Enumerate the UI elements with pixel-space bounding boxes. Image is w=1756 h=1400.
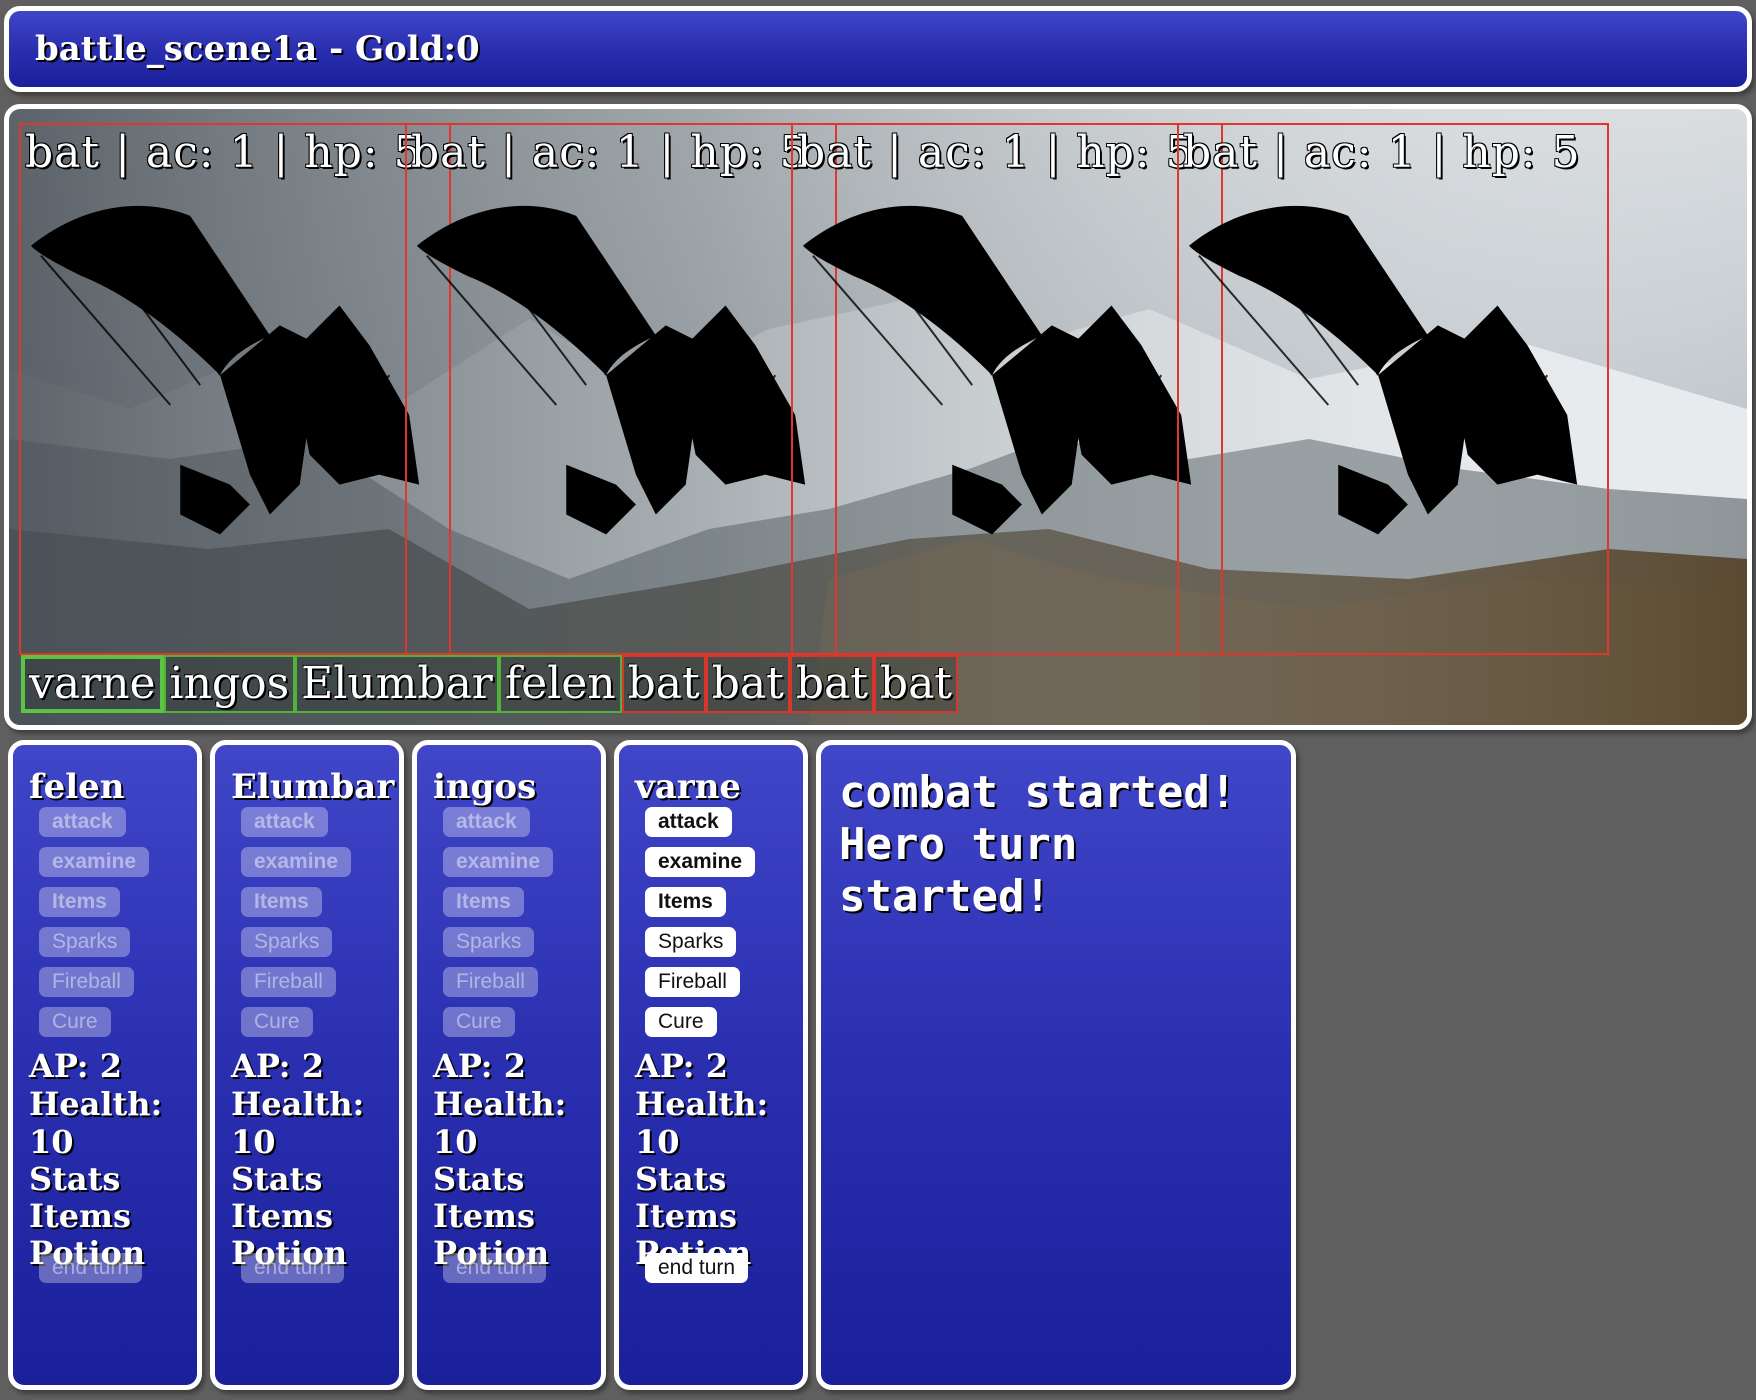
items-heading: Items	[635, 1197, 737, 1235]
sparks-button[interactable]: Sparks	[443, 927, 535, 957]
bat-icon	[802, 205, 1192, 535]
health-value: Health: 10	[29, 1085, 163, 1161]
stats-link[interactable]: Stats	[231, 1161, 399, 1198]
hero-name: Elumbar	[231, 767, 395, 807]
enemy-card-bat[interactable]: bat | ac: 1 | hp: 5	[1177, 123, 1609, 655]
ap-value: AP: 2	[29, 1047, 122, 1085]
cure-button[interactable]: Cure	[39, 1007, 111, 1037]
items-heading: Items	[433, 1197, 535, 1235]
bat-icon	[1188, 205, 1578, 535]
attack-button[interactable]: attack	[645, 807, 732, 837]
turn-order-bar: varne ingos Elumbar felen bat bat bat ba…	[21, 655, 958, 713]
attack-button[interactable]: attack	[443, 807, 530, 837]
enemy-card-bat[interactable]: bat | ac: 1 | hp: 5	[791, 123, 1223, 655]
sparks-button[interactable]: Sparks	[39, 927, 131, 957]
log-line: Hero turn started!	[839, 819, 1078, 922]
enemy-stats-label: bat | ac: 1 | hp: 5	[797, 127, 1195, 178]
examine-button[interactable]: examine	[443, 847, 554, 877]
combat-log-panel: combat started! Hero turn started!	[816, 740, 1296, 1390]
ap-value: AP: 2	[433, 1047, 526, 1085]
battle-scene: bat | ac: 1 | hp: 5 bat | ac: 1 | hp: 5	[4, 104, 1752, 730]
hero-panel-ingos: ingos attack examine Items Sparks Fireba…	[412, 740, 606, 1390]
health-value: Health: 10	[433, 1085, 567, 1161]
hero-stats: AP: 2 Health: 10 Stats Items Potion	[433, 1047, 601, 1272]
examine-button[interactable]: examine	[39, 847, 150, 877]
cure-button[interactable]: Cure	[241, 1007, 313, 1037]
cure-button[interactable]: Cure	[443, 1007, 515, 1037]
turn-chip-elumbar: Elumbar	[295, 655, 499, 713]
hero-stats: AP: 2 Health: 10 Stats Items Potion	[29, 1047, 197, 1272]
scene-title: battle_scene1a - Gold:0	[35, 29, 480, 69]
hero-panel-felen: felen attack examine Items Sparks Fireba…	[8, 740, 202, 1390]
enemy-stats-label: bat | ac: 1 | hp: 5	[411, 127, 809, 178]
sparks-button[interactable]: Sparks	[645, 927, 737, 957]
combat-log: combat started! Hero turn started!	[839, 767, 1291, 923]
sparks-button[interactable]: Sparks	[241, 927, 333, 957]
bat-icon	[416, 205, 806, 535]
end-turn-button[interactable]: end turn	[241, 1253, 345, 1283]
fireball-button[interactable]: Fireball	[39, 967, 134, 997]
enemy-stats-label: bat | ac: 1 | hp: 5	[25, 127, 423, 178]
examine-button[interactable]: examine	[645, 847, 756, 877]
enemy-card-bat[interactable]: bat | ac: 1 | hp: 5	[19, 123, 451, 655]
stats-link[interactable]: Stats	[635, 1161, 803, 1198]
enemy-card-bat[interactable]: bat | ac: 1 | hp: 5	[405, 123, 837, 655]
health-value: Health: 10	[635, 1085, 769, 1161]
log-line: combat started!	[839, 767, 1237, 818]
attack-button[interactable]: attack	[39, 807, 126, 837]
fireball-button[interactable]: Fireball	[241, 967, 336, 997]
turn-chip-ingos: ingos	[163, 655, 296, 713]
items-button[interactable]: Items	[39, 887, 120, 917]
turn-chip-felen: felen	[498, 655, 622, 713]
items-button[interactable]: Items	[443, 887, 524, 917]
bat-icon	[30, 205, 420, 535]
examine-button[interactable]: examine	[241, 847, 352, 877]
health-value: Health: 10	[231, 1085, 365, 1161]
fireball-button[interactable]: Fireball	[443, 967, 538, 997]
stats-link[interactable]: Stats	[433, 1161, 601, 1198]
turn-chip-bat: bat	[705, 655, 790, 713]
fireball-button[interactable]: Fireball	[645, 967, 740, 997]
hero-stats: AP: 2 Health: 10 Stats Items Potion	[635, 1047, 803, 1272]
title-bar: battle_scene1a - Gold:0	[4, 6, 1752, 92]
attack-button[interactable]: attack	[241, 807, 328, 837]
end-turn-button[interactable]: end turn	[645, 1253, 749, 1283]
turn-chip-bat: bat	[873, 655, 958, 713]
hero-stats: AP: 2 Health: 10 Stats Items Potion	[231, 1047, 399, 1272]
hero-name: varne	[635, 767, 742, 807]
hero-panel-elumbar: Elumbar attack examine Items Sparks Fire…	[210, 740, 404, 1390]
items-heading: Items	[29, 1197, 131, 1235]
hero-name: ingos	[433, 767, 537, 807]
hero-name: felen	[29, 767, 125, 807]
stats-link[interactable]: Stats	[29, 1161, 197, 1198]
items-button[interactable]: Items	[645, 887, 726, 917]
ap-value: AP: 2	[231, 1047, 324, 1085]
end-turn-button[interactable]: end turn	[443, 1253, 547, 1283]
items-heading: Items	[231, 1197, 333, 1235]
hero-panel-varne: varne attack examine Items Sparks Fireba…	[614, 740, 808, 1390]
ap-value: AP: 2	[635, 1047, 728, 1085]
turn-chip-bat: bat	[789, 655, 874, 713]
enemy-stats-label: bat | ac: 1 | hp: 5	[1183, 127, 1581, 178]
cure-button[interactable]: Cure	[645, 1007, 717, 1037]
turn-chip-bat: bat	[621, 655, 706, 713]
items-button[interactable]: Items	[241, 887, 322, 917]
end-turn-button[interactable]: end turn	[39, 1253, 143, 1283]
turn-chip-varne: varne	[21, 655, 164, 713]
